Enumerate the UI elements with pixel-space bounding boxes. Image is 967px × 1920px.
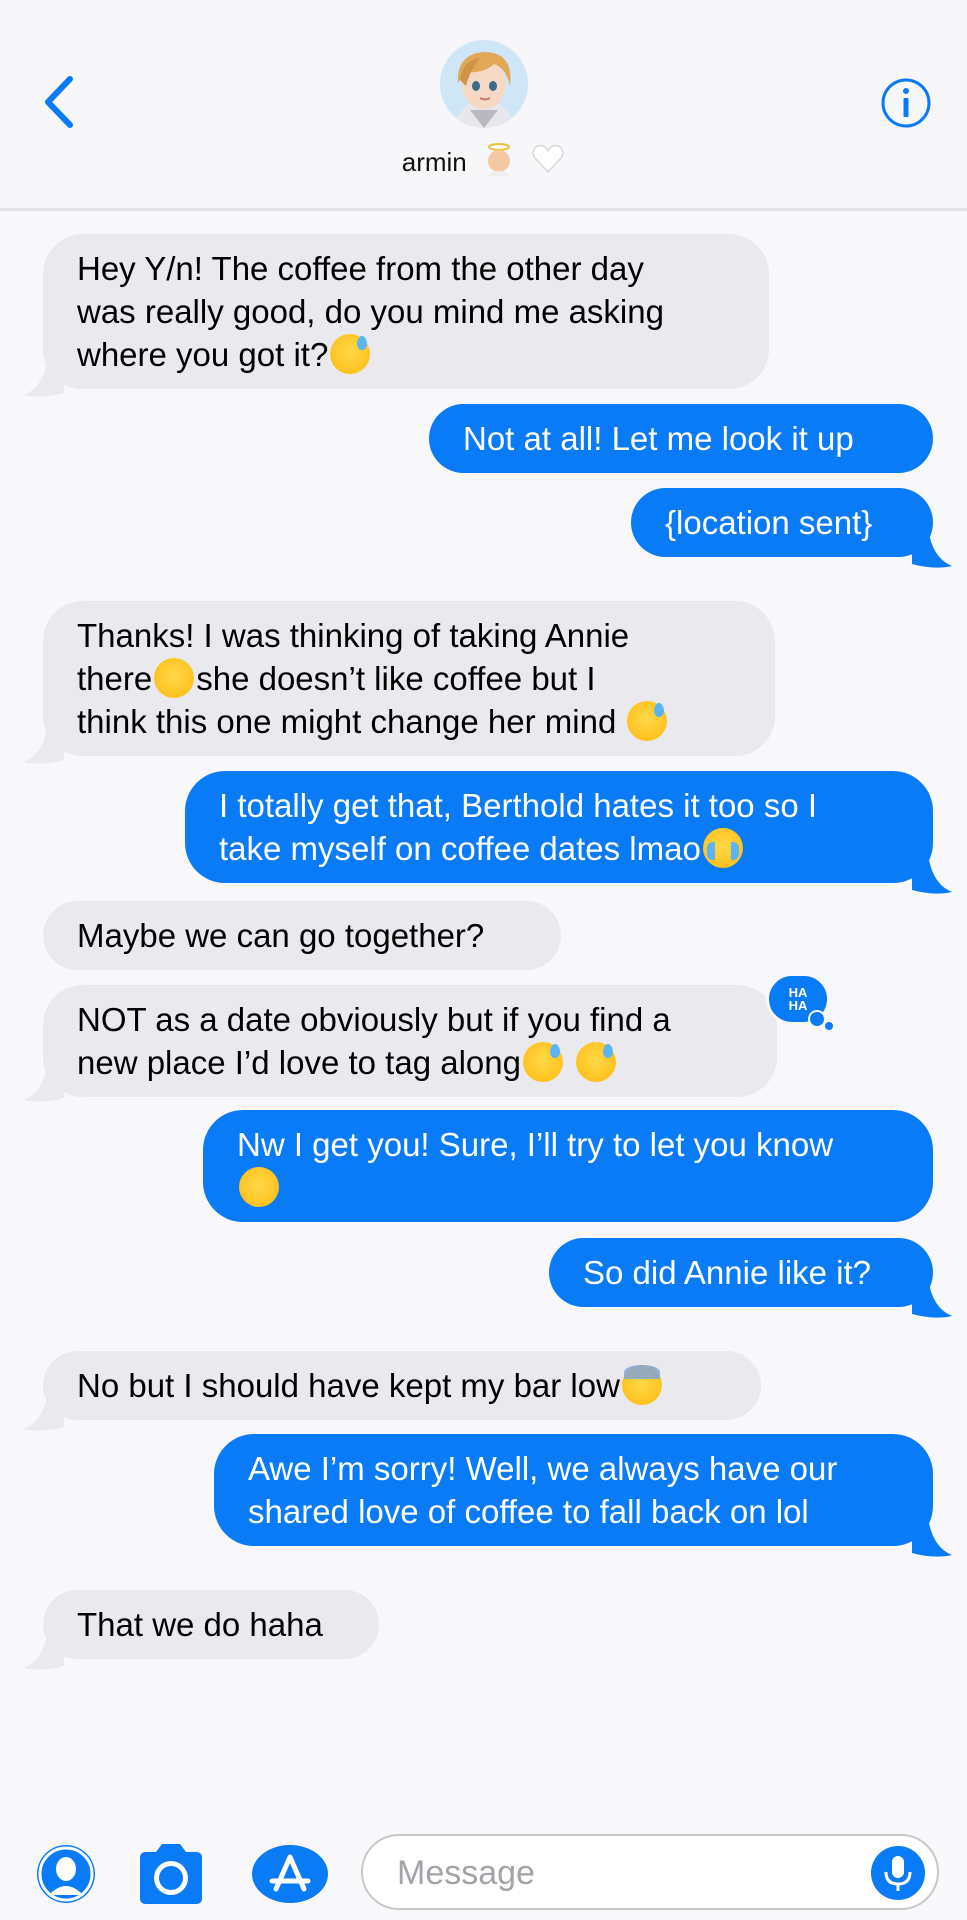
message-text: That we do haha [77, 1606, 323, 1643]
avatar-image [440, 40, 528, 128]
info-icon[interactable] [880, 77, 932, 129]
baby-angel-emoji [482, 142, 516, 183]
message-line: new place I’d love to tag along [77, 1041, 743, 1084]
message-line: Hey Y/n! The coffee from the other day [77, 250, 644, 287]
message-line: I totally get that, Berthold hates it to… [219, 787, 818, 824]
message-bubble-incoming[interactable]: That we do haha [43, 1590, 379, 1659]
message-bubble-incoming[interactable]: Thanks! I was thinking of taking Annie t… [43, 601, 775, 756]
message-bubble-incoming[interactable]: NOT as a date obviously but if you find … [43, 985, 777, 1097]
message-line: there she doesn’t like coffee but I [77, 657, 741, 700]
message-line [237, 1166, 899, 1209]
smiling-emoji [239, 1167, 279, 1207]
back-chevron-icon[interactable] [40, 75, 80, 129]
message-bubble-incoming[interactable]: No but I should have kept my bar low [43, 1351, 761, 1420]
smiling-emoji [154, 658, 195, 698]
memoji-icon[interactable] [35, 1843, 97, 1905]
message-bubble-outgoing[interactable]: So did Annie like it? [549, 1238, 933, 1307]
message-bubble-outgoing[interactable]: Awe I’m sorry! Well, we always have our … [214, 1434, 933, 1546]
message-bubble-outgoing[interactable]: Nw I get you! Sure, I’ll try to let you … [203, 1110, 933, 1222]
message-text: {location sent} [665, 504, 873, 541]
bubble-tail [912, 528, 952, 568]
message-line: Nw I get you! Sure, I’ll try to let you … [237, 1126, 834, 1163]
contact-avatar[interactable] [440, 40, 528, 128]
message-text: So did Annie like it? [583, 1254, 872, 1291]
message-text: she doesn’t like coffee but I [196, 660, 596, 697]
message-text: Maybe we can go together? [77, 917, 485, 954]
message-bubble-outgoing[interactable]: Not at all! Let me look it up [429, 404, 933, 473]
message-line: take myself on coffee dates lmao [219, 827, 899, 870]
message-text: new place I’d love to tag along [77, 1044, 521, 1081]
message-text: take myself on coffee dates lmao [219, 830, 701, 867]
message-line: No but I should have kept my bar low [77, 1364, 727, 1407]
message-text: Not at all! Let me look it up [463, 420, 854, 457]
crying-emoji [702, 828, 743, 868]
message-text: where you got it? [77, 336, 329, 373]
message-line: was really good, do you mind me asking [77, 293, 664, 330]
message-line: shared love of coffee to fall back on lo… [248, 1493, 809, 1530]
conversation-header: armin [0, 0, 967, 211]
sweat-smile-emoji [522, 1042, 563, 1082]
app-store-icon[interactable] [250, 1843, 330, 1905]
camera-icon[interactable] [134, 1840, 208, 1908]
message-line: NOT as a date obviously but if you find … [77, 1001, 671, 1038]
sweat-smile-emoji [627, 701, 668, 741]
message-line: Thanks! I was thinking of taking Annie [77, 617, 630, 654]
sweat-smile-emoji [576, 1042, 617, 1082]
location-message-bubble[interactable]: {location sent} [631, 488, 933, 557]
message-input-field[interactable] [361, 1834, 939, 1910]
contact-name: armin [401, 147, 467, 177]
white-heart-emoji [531, 142, 565, 183]
reaction-tail-dot [825, 1022, 833, 1030]
message-bubble-incoming[interactable]: Hey Y/n! The coffee from the other day w… [43, 234, 769, 389]
message-bubble-incoming[interactable]: Maybe we can go together? [43, 901, 561, 970]
microphone-icon[interactable] [871, 1846, 925, 1900]
bubble-tail [912, 854, 952, 894]
message-line: Awe I’m sorry! Well, we always have our [248, 1450, 838, 1487]
message-text: No but I should have kept my bar low [77, 1367, 620, 1404]
message-input[interactable] [395, 1848, 839, 1898]
sweat-smile-emoji [330, 334, 371, 374]
message-bubble-outgoing[interactable]: I totally get that, Berthold hates it to… [185, 771, 933, 883]
message-text: think this one might change her mind [77, 703, 617, 740]
message-text: there [77, 660, 153, 697]
bubble-tail [912, 1278, 952, 1318]
message-line: where you got it? [77, 333, 735, 376]
downcast-sweat-emoji [621, 1365, 662, 1405]
message-line: think this one might change her mind [77, 700, 741, 743]
reaction-tail-dot [808, 1010, 826, 1028]
contact-name-row[interactable]: armin [0, 142, 967, 183]
bubble-tail [912, 1517, 952, 1557]
